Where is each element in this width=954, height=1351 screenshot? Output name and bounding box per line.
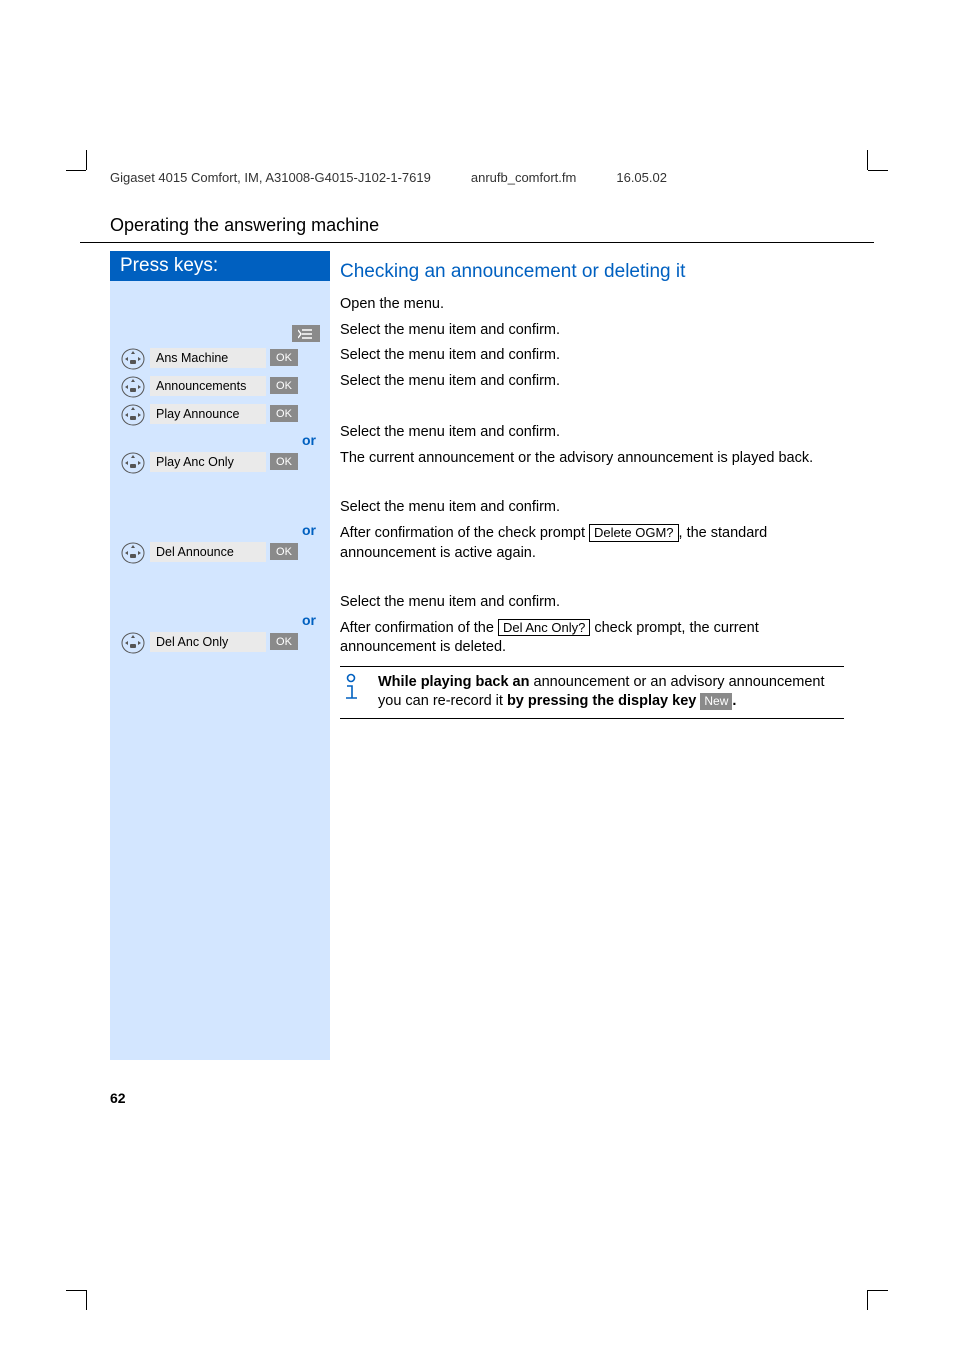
text-delete-ogm: After confirmation of the check prompt D…: [340, 524, 844, 563]
text-select-confirm: Select the menu item and confirm.: [340, 593, 844, 613]
menu-item-del-announce: Del Announce: [150, 542, 266, 562]
text-select-confirm: Select the menu item and confirm.: [340, 423, 844, 443]
or-separator: or: [120, 522, 320, 538]
doc-ref: Gigaset 4015 Comfort, IM, A31008-G4015-J…: [110, 170, 431, 185]
dpad-icon: [120, 348, 146, 370]
ok-button: OK: [270, 453, 298, 470]
or-separator: or: [120, 612, 320, 628]
text-current-played: The current announcement or the advisory…: [340, 449, 844, 469]
press-keys-column: Press keys: A: [110, 251, 330, 1060]
menu-icon: [292, 325, 320, 342]
display-key-new: New: [700, 693, 732, 709]
dpad-icon: [120, 376, 146, 398]
menu-item-announcements: Announcements: [150, 376, 266, 396]
subsection-heading: Checking an announcement or deleting it: [340, 261, 844, 283]
ok-button: OK: [270, 633, 298, 650]
menu-item-play-announce: Play Announce: [150, 404, 266, 424]
text-select-confirm: Select the menu item and confirm.: [340, 498, 844, 518]
menu-item-del-anc-only: Del Anc Only: [150, 632, 266, 652]
menu-item-ans-machine: Ans Machine: [150, 348, 266, 368]
doc-header: Gigaset 4015 Comfort, IM, A31008-G4015-J…: [80, 170, 874, 185]
text-select-confirm: Select the menu item and confirm.: [340, 346, 844, 366]
prompt-del-anc-only: Del Anc Only?: [498, 619, 590, 637]
text-select-confirm: Select the menu item and confirm.: [340, 321, 844, 341]
instruction-column: Checking an announcement or deleting it …: [330, 251, 844, 1060]
text-open-menu: Open the menu.: [340, 295, 844, 315]
section-title: Operating the answering machine: [80, 215, 874, 243]
dpad-icon: [120, 542, 146, 564]
dpad-icon: [120, 632, 146, 654]
ok-button: OK: [270, 543, 298, 560]
ok-button: OK: [270, 377, 298, 394]
text-del-anc-only: After confirmation of the Del Anc Only? …: [340, 619, 844, 658]
or-separator: or: [120, 432, 320, 448]
prompt-delete-ogm: Delete OGM?: [589, 524, 678, 542]
info-note: While playing back an announcement or an…: [340, 666, 844, 719]
dpad-icon: [120, 452, 146, 474]
ok-button: OK: [270, 349, 298, 366]
doc-filename: anrufb_comfort.fm: [471, 170, 577, 185]
text-select-confirm: Select the menu item and confirm.: [340, 372, 844, 392]
menu-item-play-anc-only: Play Anc Only: [150, 452, 266, 472]
page-number: 62: [110, 1090, 874, 1106]
info-icon: [340, 673, 368, 712]
dpad-icon: [120, 404, 146, 426]
doc-date: 16.05.02: [616, 170, 667, 185]
press-keys-heading: Press keys:: [110, 251, 330, 281]
ok-button: OK: [270, 405, 298, 422]
info-text: While playing back an announcement or an…: [378, 673, 844, 712]
